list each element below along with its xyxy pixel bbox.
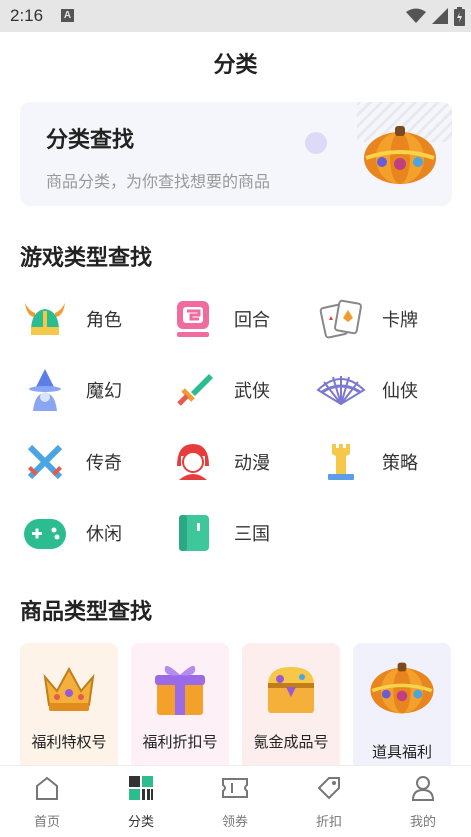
game-type-label: 休闲 (86, 524, 122, 545)
book-icon (168, 508, 218, 558)
ticket-icon (188, 772, 282, 804)
game-type-item[interactable]: 仙侠 (316, 365, 456, 415)
gift-box-icon (131, 657, 229, 727)
gamepad-icon (20, 508, 70, 558)
goods-type-label: 福利特权号 (31, 733, 107, 751)
fan-icon (316, 365, 366, 415)
game-type-item[interactable]: 卡牌 (316, 294, 456, 344)
status-time: 2:16 (10, 6, 44, 25)
status-bar: 2:16 A (0, 0, 471, 32)
game-type-label: 三国 (234, 524, 270, 545)
category-search-banner[interactable]: 分类查找 商品分类，为你查找想要的商品 (20, 102, 452, 206)
category-icon (94, 772, 188, 804)
game-type-label: 动漫 (234, 453, 270, 474)
tab-category[interactable]: 分类 (94, 766, 188, 837)
treasure-chest-icon (242, 657, 340, 727)
game-type-label: 传奇 (86, 453, 122, 474)
game-type-label: 策略 (382, 453, 418, 474)
top-bar: 分类 (0, 32, 471, 90)
viking-helmet-icon (20, 294, 70, 344)
game-type-item[interactable]: 动漫 (168, 437, 308, 487)
tab-discount[interactable]: 折扣 (282, 766, 376, 837)
goods-type-card[interactable]: 氪金成品号 (242, 643, 340, 765)
anime-girl-icon (168, 437, 218, 487)
game-type-label: 武侠 (234, 381, 270, 402)
user-icon (376, 772, 470, 804)
goods-type-label: 氪金成品号 (253, 733, 329, 751)
page-title: 分类 (213, 53, 258, 78)
game-type-label: 魔幻 (86, 381, 122, 402)
goods-type-label: 福利折扣号 (142, 733, 218, 751)
goods-type-card[interactable]: 福利折扣号 (131, 643, 229, 765)
wizard-icon (20, 365, 70, 415)
banner-title: 分类查找 (46, 128, 135, 153)
game-type-item[interactable]: 魔幻 (20, 365, 160, 415)
wifi-icon (406, 8, 426, 23)
goods-section-title: 商品类型查找 (20, 600, 153, 625)
system-icons (406, 6, 465, 26)
game-type-label: 角色 (86, 310, 122, 331)
crown-icon (20, 657, 118, 727)
tab-profile[interactable]: 我的 (376, 766, 470, 837)
notification-icon: A (61, 9, 74, 22)
game-type-item[interactable]: 休闲 (20, 508, 160, 558)
game-type-item[interactable]: 三国 (168, 508, 308, 558)
castle-tower-icon (316, 437, 366, 487)
pumpkin-icon (360, 118, 440, 192)
game-type-label: 回合 (234, 310, 270, 331)
game-type-item[interactable]: 传奇 (20, 437, 160, 487)
tab-home[interactable]: 首页 (0, 766, 94, 837)
tag-icon (282, 772, 376, 804)
tab-label: 首页 (33, 815, 60, 830)
game-type-label: 仙侠 (382, 381, 418, 402)
tab-label: 折扣 (315, 815, 342, 830)
sword-icon (168, 365, 218, 415)
game-type-item[interactable]: 回合 (168, 294, 308, 344)
game-type-item[interactable]: 策略 (316, 437, 456, 487)
signal-icon (432, 8, 448, 24)
tab-label: 我的 (409, 815, 436, 830)
turn-icon (168, 294, 218, 344)
goods-type-label: 道具福利 (371, 743, 432, 761)
home-icon (0, 772, 94, 804)
tab-label: 分类 (127, 815, 154, 830)
tab-coupons[interactable]: 领券 (188, 766, 282, 837)
game-type-item[interactable]: 角色 (20, 294, 160, 344)
crossed-swords-icon (20, 437, 70, 487)
game-type-label: 卡牌 (382, 310, 418, 331)
tab-label: 领券 (221, 815, 248, 830)
game-section-title: 游戏类型查找 (20, 246, 153, 271)
battery-icon (454, 6, 465, 26)
banner-dot (305, 132, 327, 154)
goods-type-card[interactable]: 福利特权号 (20, 643, 118, 765)
cards-icon (316, 294, 366, 344)
game-type-item[interactable]: 武侠 (168, 365, 308, 415)
bottom-tab-bar: 首页 分类 领券 折扣 我的 (0, 765, 471, 837)
goods-type-card[interactable]: 道具福利 (353, 643, 451, 765)
pumpkin-icon (353, 657, 451, 727)
banner-subtitle: 商品分类，为你查找想要的商品 (46, 172, 271, 191)
goods-type-cards: 福利特权号 福利折扣号 氪金成品号 道具福利 (20, 643, 471, 765)
